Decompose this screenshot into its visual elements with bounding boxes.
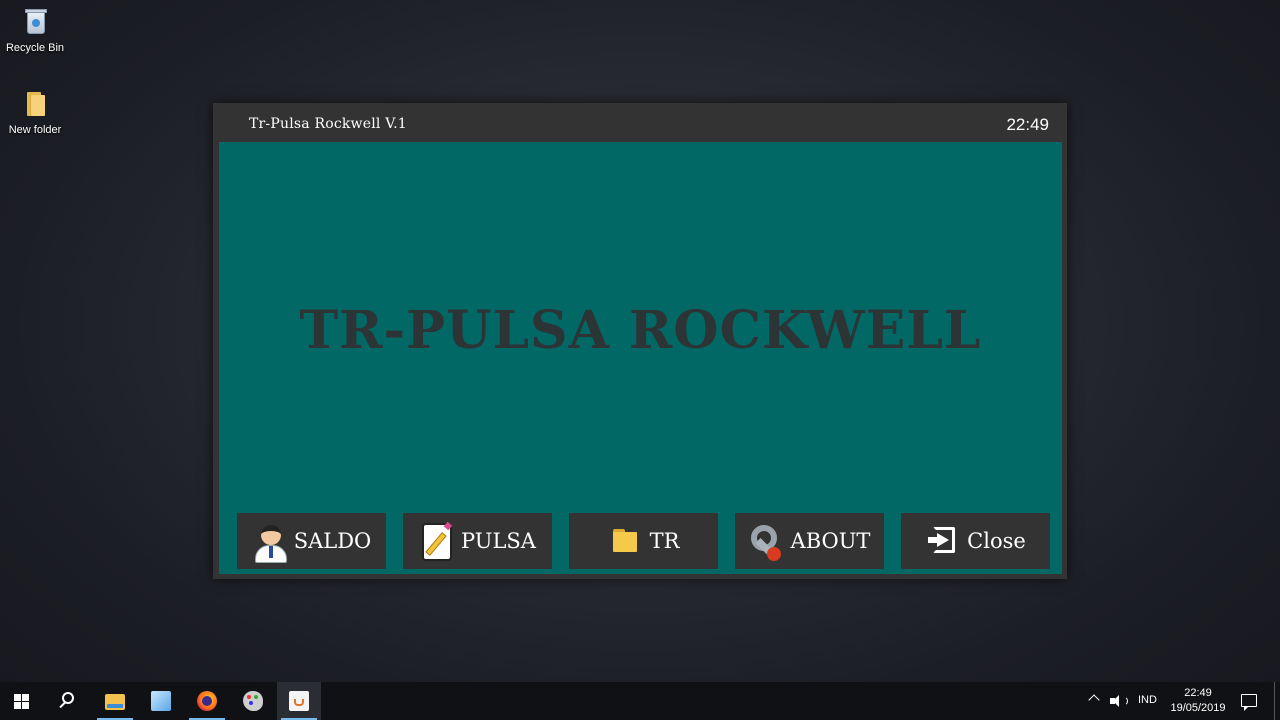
tray-chevron-up-icon[interactable] — [1088, 694, 1100, 706]
desktop-icon-label: Recycle Bin — [5, 42, 65, 54]
notepad-icon — [419, 519, 455, 563]
desktop-icon-new-folder[interactable]: New folder — [0, 88, 70, 136]
content-panel: TR-PULSA ROCKWELL SALDO PULSA TR ABOUT C… — [219, 142, 1062, 574]
taskbar-firefox[interactable] — [185, 682, 229, 720]
start-icon — [14, 694, 30, 709]
title-bar[interactable]: Tr-Pulsa Rockwell V.1 22:49 — [213, 103, 1067, 143]
desktop-icon-label: New folder — [8, 124, 62, 136]
tr-button-label: TR — [649, 529, 680, 553]
saldo-button[interactable]: SALDO — [237, 513, 386, 569]
taskbar-cube-app[interactable] — [139, 682, 183, 720]
tray-time: 22:49 — [1184, 687, 1212, 699]
start-button[interactable] — [0, 682, 44, 720]
taskbar-paint[interactable] — [231, 682, 275, 720]
folder-icon — [19, 88, 51, 120]
wrench-icon — [749, 519, 785, 563]
tray-clock[interactable]: 22:49 19/05/2019 — [1166, 686, 1230, 720]
search-button[interactable] — [46, 682, 90, 720]
pulsa-button[interactable]: PULSA — [403, 513, 552, 569]
pulsa-button-label: PULSA — [461, 529, 536, 553]
app-window: Tr-Pulsa Rockwell V.1 22:49 TR-PULSA ROC… — [213, 103, 1067, 579]
cube-app-icon — [151, 691, 171, 711]
show-desktop-button[interactable] — [1274, 682, 1275, 720]
saldo-button-label: SALDO — [293, 529, 372, 553]
clock-label: 22:49 — [1006, 115, 1049, 134]
notifications-icon[interactable] — [1241, 694, 1257, 711]
taskbar-file-explorer[interactable] — [93, 682, 137, 720]
window-title: Tr-Pulsa Rockwell V.1 — [249, 116, 407, 132]
taskbar-java-app[interactable] — [277, 682, 321, 720]
exit-icon — [925, 519, 961, 563]
folder-icon — [608, 519, 644, 563]
about-button-label: ABOUT — [790, 529, 871, 553]
tr-button[interactable]: TR — [569, 513, 718, 569]
user-icon — [252, 519, 288, 563]
about-button[interactable]: ABOUT — [735, 513, 884, 569]
language-indicator[interactable]: IND — [1138, 694, 1157, 720]
paint-icon — [243, 691, 263, 711]
close-button-label: Close — [967, 529, 1026, 553]
close-button[interactable]: Close — [901, 513, 1050, 569]
tray-date: 19/05/2019 — [1170, 702, 1226, 714]
banner-title: TR-PULSA ROCKWELL — [299, 300, 982, 361]
recycle-bin-icon — [19, 6, 51, 38]
desktop-icon-recycle-bin[interactable]: Recycle Bin — [0, 6, 70, 54]
taskbar: IND 22:49 19/05/2019 — [0, 682, 1280, 720]
volume-icon[interactable] — [1110, 695, 1128, 709]
